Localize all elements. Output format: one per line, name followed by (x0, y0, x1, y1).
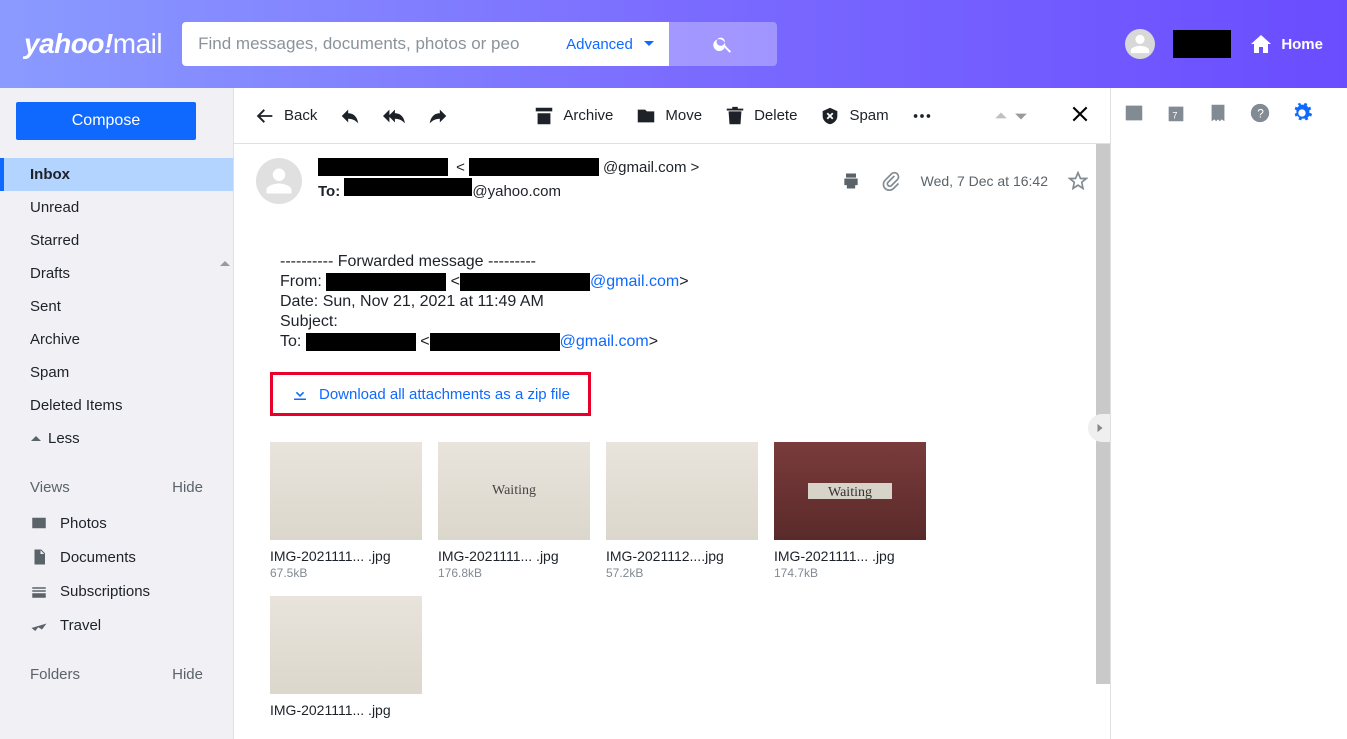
home-icon (1249, 32, 1273, 56)
svg-text:?: ? (1257, 107, 1264, 121)
attachments-grid: IMG-2021111... .jpg 67.5kB Waiting IMG-2… (270, 442, 1088, 720)
folder-less[interactable]: Less (0, 422, 233, 455)
folders-section-header: Folders Hide (0, 656, 233, 693)
back-arrow-icon (254, 105, 276, 127)
fwd-from-email-redacted (460, 273, 590, 291)
yahoo-logo[interactable]: yahoo!mail (24, 28, 162, 60)
photos-icon (30, 514, 48, 532)
notepad-icon[interactable] (1207, 102, 1229, 124)
travel-icon (30, 616, 48, 634)
person-icon (1129, 33, 1151, 55)
folder-sent[interactable]: Sent (0, 290, 233, 323)
advanced-search-toggle[interactable]: Advanced (552, 22, 669, 66)
view-photos[interactable]: Photos (0, 506, 233, 540)
sender-avatar (256, 158, 302, 204)
folder-deleted[interactable]: Deleted Items (0, 389, 233, 422)
folder-drafts[interactable]: Drafts (0, 257, 233, 290)
move-button[interactable]: Move (635, 105, 702, 127)
download-icon (291, 385, 309, 403)
message-pane: Back Archive Move Delete Spam (234, 88, 1111, 739)
username-redacted (1173, 30, 1231, 58)
spam-button[interactable]: Spam (819, 105, 888, 127)
view-travel[interactable]: Travel (0, 608, 233, 642)
person-icon (264, 166, 294, 196)
forward-button[interactable] (427, 105, 449, 127)
attachment-item[interactable]: IMG-2021112....jpg 57.2kB (606, 442, 758, 580)
header-right: Home (1125, 29, 1323, 59)
folder-spam[interactable]: Spam (0, 356, 233, 389)
contacts-icon[interactable] (1123, 102, 1145, 124)
views-hide-toggle[interactable]: Hide (172, 479, 203, 496)
move-icon (635, 105, 657, 127)
next-pane-button[interactable] (1088, 414, 1111, 442)
archive-icon (533, 105, 555, 127)
settings-icon[interactable] (1291, 102, 1313, 124)
message-content: <@gmail.com> To: @yahoo.com Wed, 7 Dec a… (234, 144, 1110, 739)
subscriptions-icon (30, 582, 48, 600)
message-timestamp: Wed, 7 Dec at 16:42 (921, 173, 1048, 189)
delete-button[interactable]: Delete (724, 105, 797, 127)
download-all-link[interactable]: Download all attachments as a zip file (270, 372, 591, 416)
view-documents[interactable]: Documents (0, 540, 233, 574)
folder-list: Inbox Unread Starred Drafts Sent Archive… (0, 158, 233, 455)
reply-button[interactable] (339, 105, 361, 127)
calendar-icon[interactable]: 7 (1165, 102, 1187, 124)
forward-icon (427, 105, 449, 127)
prev-message-icon[interactable] (994, 109, 1008, 123)
folder-inbox[interactable]: Inbox (0, 158, 233, 191)
star-icon[interactable] (1068, 171, 1088, 191)
fwd-from-name-redacted (326, 273, 446, 291)
attachment-item[interactable]: IMG-2021111... .jpg 67.5kB (270, 442, 422, 580)
sidebar: Compose Inbox Unread Starred Drafts Sent… (0, 88, 234, 739)
trash-icon (724, 105, 746, 127)
home-link[interactable]: Home (1249, 32, 1323, 56)
to-redacted (344, 178, 472, 196)
close-button[interactable] (1070, 100, 1090, 131)
more-button[interactable] (911, 105, 933, 127)
archive-button[interactable]: Archive (533, 105, 613, 127)
views-header: Views Hide (0, 469, 233, 506)
fwd-to-name-redacted (306, 333, 416, 351)
reply-all-button[interactable] (383, 105, 405, 127)
sender-email-redacted (469, 158, 599, 176)
search-button[interactable] (669, 22, 777, 66)
search-input[interactable] (182, 22, 552, 66)
chevron-down-icon (643, 38, 655, 50)
from-line: <@gmail.com> (318, 158, 825, 176)
right-panel: 7 ? (1111, 88, 1347, 739)
chevron-up-icon (30, 433, 42, 445)
folder-unread[interactable]: Unread (0, 191, 233, 224)
attachment-item[interactable]: Waiting IMG-2021111... .jpg 174.7kB (774, 442, 926, 580)
view-subscriptions[interactable]: Subscriptions (0, 574, 233, 608)
to-line: To: @yahoo.com (318, 178, 825, 200)
chevron-right-icon (1095, 423, 1105, 433)
next-message-icon[interactable] (1014, 109, 1028, 123)
attachment-item[interactable]: IMG-2021111... .jpg (270, 596, 422, 720)
message-toolbar: Back Archive Move Delete Spam (234, 88, 1110, 144)
more-icon (911, 105, 933, 127)
app-header: yahoo!mail Advanced Home (0, 0, 1347, 88)
compose-button[interactable]: Compose (16, 102, 196, 140)
svg-text:7: 7 (1172, 111, 1177, 121)
search-icon (712, 33, 734, 55)
attachment-item[interactable]: Waiting IMG-2021111... .jpg 176.8kB (438, 442, 590, 580)
shield-spam-icon (819, 105, 841, 127)
profile-avatar[interactable] (1125, 29, 1155, 59)
folders-hide-toggle[interactable]: Hide (172, 666, 203, 683)
message-body: ---------- Forwarded message --------- F… (280, 252, 1088, 352)
back-button[interactable]: Back (254, 105, 317, 127)
close-icon (1070, 104, 1090, 124)
reply-all-icon (383, 105, 405, 127)
documents-icon (30, 548, 48, 566)
help-icon[interactable]: ? (1249, 102, 1271, 124)
attachment-icon[interactable] (881, 171, 901, 191)
folder-starred[interactable]: Starred (0, 224, 233, 257)
folder-archive[interactable]: Archive (0, 323, 233, 356)
fwd-to-email-redacted (430, 333, 560, 351)
search-bar: Advanced (182, 22, 777, 66)
scroll-up-caret[interactable] (219, 258, 231, 270)
sender-name-redacted (318, 158, 448, 176)
print-icon[interactable] (841, 171, 861, 191)
reply-icon (339, 105, 361, 127)
